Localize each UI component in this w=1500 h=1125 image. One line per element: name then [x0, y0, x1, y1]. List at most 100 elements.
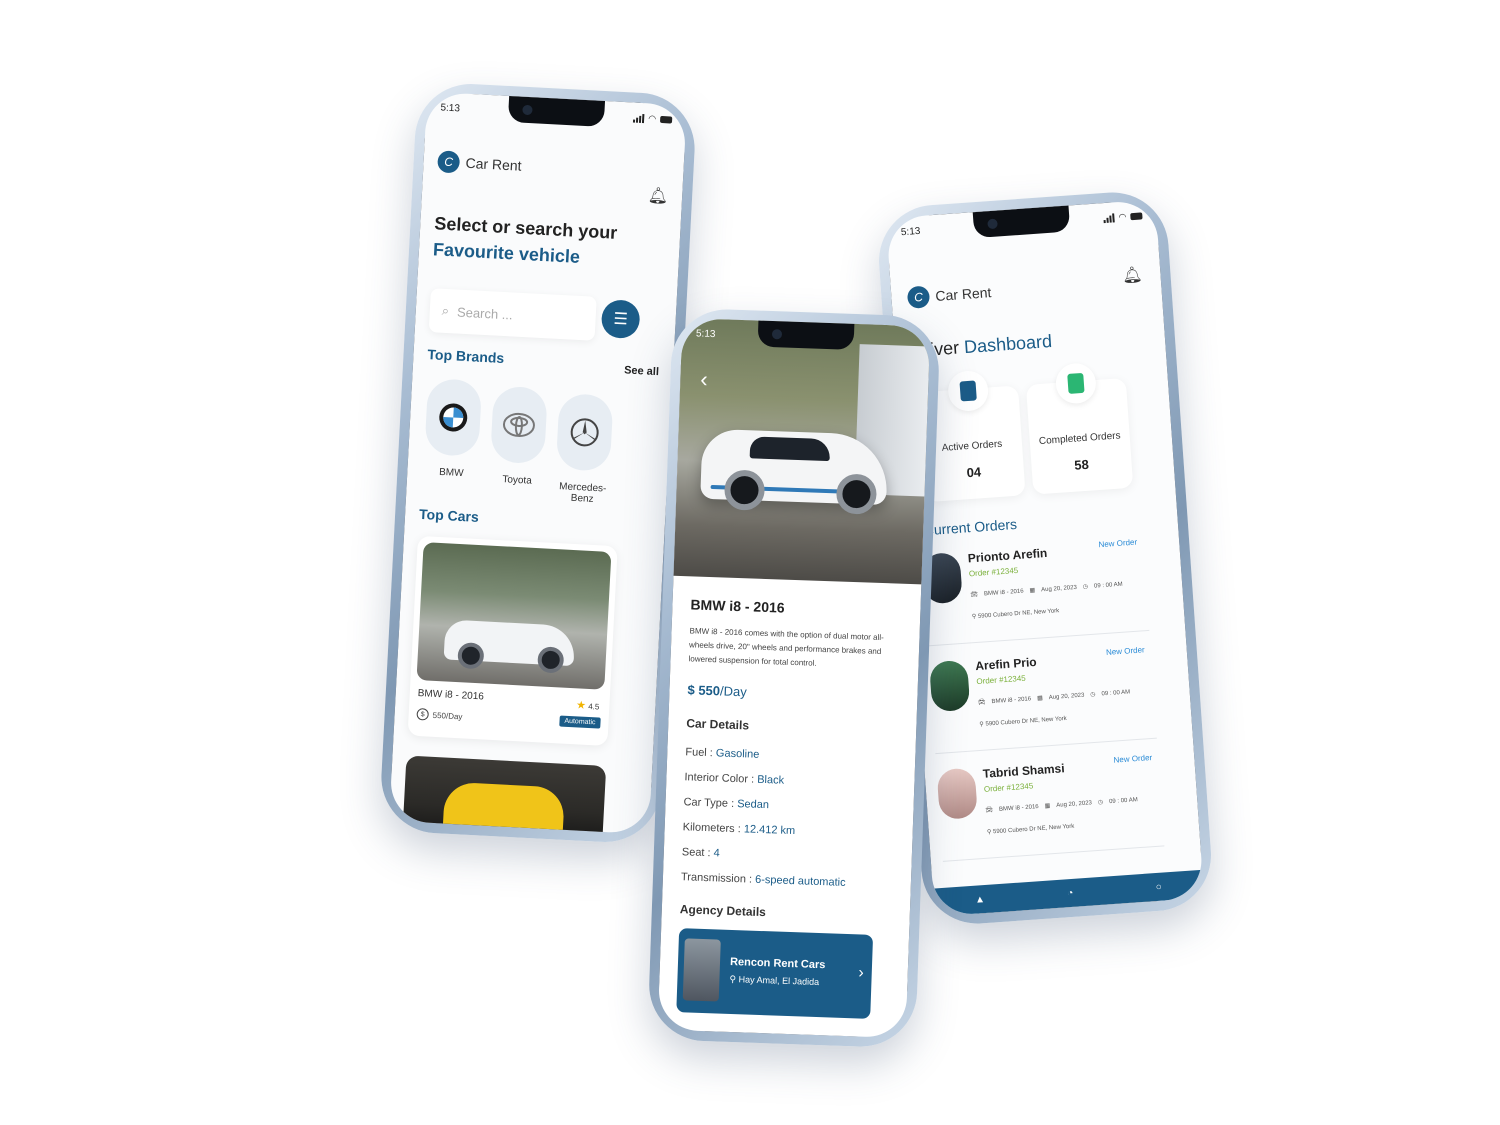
car-title: BMW i8 - 2016	[690, 596, 785, 616]
spec-row: Transmission : 6-speed automatic	[680, 871, 846, 889]
order-time: 09 : 00 AM	[1101, 688, 1131, 697]
status-time: 5:13	[900, 225, 921, 239]
car-icon: 🚘︎	[977, 699, 986, 707]
car-icon: 🚘︎	[985, 807, 994, 814]
order-item[interactable]: Tabrid Shamsi Order #12345 New Order 🚘︎ B…	[935, 746, 1165, 862]
filter-button[interactable]: ☰	[600, 299, 641, 340]
dollar-icon: $	[416, 708, 429, 721]
customer-name: Tabrid Shamsi	[982, 761, 1065, 781]
bell-icon[interactable]: 🔔︎	[1122, 265, 1144, 286]
transmission-badge: Automatic	[559, 715, 601, 729]
search-icon: ⌕	[441, 302, 450, 319]
order-id: Order #12345	[976, 673, 1027, 687]
car-image	[416, 542, 612, 690]
top-brands-title: Top Brands	[427, 346, 505, 367]
agency-card[interactable]: Rencon Rent Cars ⚲ Hay Amal, El Jadida ›	[676, 928, 874, 1019]
app-name: Car Rent	[934, 284, 992, 304]
clock-icon: ◷	[1097, 799, 1104, 806]
car-description: BMW i8 - 2016 comes with the option of d…	[688, 626, 884, 668]
chevron-right-icon[interactable]: ›	[858, 964, 864, 982]
price-unit: /Day	[719, 683, 748, 700]
spec-value: Black	[756, 773, 785, 787]
phone-detail: 5:13 ‹ BMW i8 - 2016 BMW i8 - 2016 comes…	[647, 307, 941, 1049]
stat-value: 04	[966, 464, 982, 481]
wifi-icon: ◠	[1118, 211, 1127, 223]
notch	[757, 320, 855, 350]
order-item[interactable]: Arefin Prio Order #12345 New Order 🚘︎ BMW…	[928, 638, 1157, 755]
spec-label: Fuel	[685, 746, 707, 759]
status-time: 5:13	[695, 328, 716, 341]
app-brand: C Car Rent	[906, 281, 992, 309]
brand-item-bmw[interactable]: BMW	[423, 378, 484, 480]
spec-label: Transmission	[680, 871, 747, 886]
battery-icon	[659, 115, 673, 124]
profile-tab-icon[interactable]: ○	[1155, 881, 1162, 892]
avatar	[936, 767, 978, 820]
bmw-logo-icon	[424, 378, 483, 457]
dashboard-screen: 5:13 ◠ C Car Rent 🔔︎ Driver Dashboard Ac…	[885, 199, 1205, 917]
spec-label: Interior Color	[684, 771, 749, 786]
order-id: Order #12345	[983, 781, 1034, 794]
brand-label: BMW	[438, 466, 464, 480]
spec-value: 12.412 km	[743, 823, 796, 838]
wheel	[835, 473, 878, 515]
order-item[interactable]: Prionto Arefin Order #12345 New Order 🚘︎…	[920, 531, 1150, 647]
camera	[771, 329, 783, 340]
wifi-icon: ◠	[648, 113, 657, 124]
calendar-icon: ▦	[1044, 803, 1051, 810]
order-meta: 🚘︎ BMW i8 - 2016 ▦ Aug 20, 2023 ◷ 09 : 00 A…	[985, 796, 1138, 814]
page-headline: Select or search your Favourite vehicle	[432, 210, 618, 272]
order-car: BMW i8 - 2016	[991, 695, 1032, 705]
star-icon: ★	[575, 699, 587, 712]
order-address: ⚲ 5900 Cubero Dr NE, New York	[987, 823, 1075, 836]
car-price: $550/Day	[416, 708, 463, 722]
bell-icon[interactable]: 🔔︎	[647, 185, 668, 206]
stat-label: Active Orders	[941, 438, 1003, 454]
spec-row: Fuel : Gasoline	[685, 746, 760, 761]
clock-icon: ◷	[1090, 691, 1096, 699]
order-meta: 🚘︎ BMW i8 - 2016 ▦ Aug 20, 2023 ◷ 09 : 00 A…	[970, 581, 1123, 598]
wheel	[457, 642, 485, 670]
brand-item-mercedes[interactable]: Mercedes-Benz	[554, 393, 616, 506]
address-text: 5900 Cubero Dr NE, New York	[985, 715, 1067, 728]
title-part-2: Dashboard	[963, 331, 1053, 358]
order-date: Aug 20, 2023	[1048, 692, 1085, 701]
home-tab-icon[interactable]: ▲	[975, 894, 986, 906]
see-all-link[interactable]: See all	[624, 364, 659, 378]
location-pin-icon: ⚲	[971, 613, 977, 621]
agency-details-title: Agency Details	[679, 902, 767, 920]
orders-tab-icon[interactable]: ◔	[1067, 887, 1074, 898]
search-input[interactable]: ⌕ Search ...	[428, 288, 597, 341]
order-address: ⚲ 5900 Cubero Dr NE, New York	[972, 607, 1060, 620]
agency-name: Rencon Rent Cars	[729, 955, 826, 972]
price-amount: $ 550	[687, 682, 721, 699]
customer-name: Arefin Prio	[974, 654, 1038, 674]
document-icon	[946, 369, 990, 413]
completed-orders-card[interactable]: Completed Orders 58	[1025, 362, 1134, 495]
order-date: Aug 20, 2023	[1056, 799, 1093, 809]
spec-value: 6-speed automatic	[754, 873, 846, 889]
app-name: Car Rent	[465, 154, 522, 174]
search-placeholder: Search ...	[456, 304, 514, 322]
back-icon[interactable]: ‹	[700, 367, 708, 393]
order-car: BMW i8 - 2016	[998, 803, 1039, 813]
home-screen: 5:13 ◠ C Car Rent 🔔︎ Select or search yo…	[389, 91, 687, 835]
status-icons: ◠	[1103, 210, 1143, 224]
battery-icon	[1130, 212, 1143, 221]
app-brand: C Car Rent	[437, 150, 522, 176]
spec-label: Seat	[681, 846, 705, 859]
car-card[interactable]: BMW i8 - 2016 ★ 4.5 $550/Day Automatic	[407, 535, 618, 747]
brand-item-toyota[interactable]: Toyota	[489, 385, 550, 488]
spec-label: Car Type	[683, 796, 729, 810]
agency-location-text: Hay Amal, El Jadida	[738, 974, 820, 988]
brand-label: Mercedes-Benz	[558, 481, 607, 505]
calendar-icon: ▦	[1029, 587, 1036, 595]
car-rating: ★ 4.5	[576, 698, 600, 712]
location-pin-icon: ⚲	[729, 973, 737, 985]
stat-label: Completed Orders	[1038, 430, 1121, 448]
avatar	[928, 659, 971, 713]
spec-row: Seat : 4	[681, 846, 720, 860]
spec-label: Kilometers	[682, 821, 735, 836]
mercedes-logo-icon	[555, 393, 614, 472]
car-card-second[interactable]	[402, 755, 607, 835]
